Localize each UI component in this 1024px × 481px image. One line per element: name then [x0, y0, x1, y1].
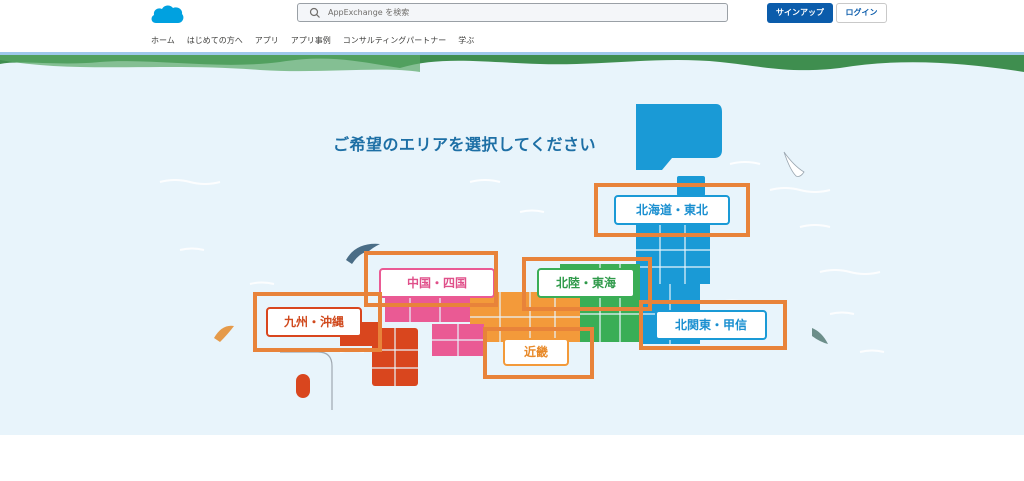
nav-item-consulting-partners[interactable]: コンサルティングパートナー	[343, 35, 447, 46]
page: AppExchange を検索 サインアップ ログイン ホーム はじめての方へ …	[0, 0, 1024, 481]
site-header: AppExchange を検索 サインアップ ログイン ホーム はじめての方へ …	[0, 0, 1024, 52]
salesforce-cloud-icon[interactable]	[150, 3, 184, 27]
highlight-frame	[483, 327, 594, 379]
highlight-frame	[253, 292, 382, 352]
main-nav: ホーム はじめての方へ アプリ アプリ事例 コンサルティングパートナー 学ぶ	[151, 35, 486, 46]
highlight-frame	[639, 300, 787, 350]
search-icon	[309, 7, 320, 18]
nav-item-apps[interactable]: アプリ	[255, 35, 279, 46]
highlight-frame	[364, 251, 498, 307]
page-headline: ご希望のエリアを選択してください	[333, 135, 597, 154]
search-input[interactable]: AppExchange を検索	[297, 3, 728, 22]
login-button[interactable]: ログイン	[836, 3, 887, 23]
signup-button[interactable]: サインアップ	[767, 3, 833, 23]
region-map-hero: ご希望のエリアを選択してください 北海道・東北 中国・四国 北陸・東海 九州・沖…	[0, 52, 1024, 435]
highlight-frame	[594, 183, 750, 237]
nav-item-home[interactable]: ホーム	[151, 35, 175, 46]
nav-item-learn[interactable]: 学ぶ	[458, 35, 474, 46]
search-placeholder: AppExchange を検索	[328, 8, 410, 17]
hokkaido-shape	[636, 104, 722, 170]
highlight-frame	[522, 257, 652, 311]
nav-item-app-cases[interactable]: アプリ事例	[291, 35, 331, 46]
page-footer-space	[0, 435, 1024, 481]
nav-item-getting-started[interactable]: はじめての方へ	[187, 35, 243, 46]
